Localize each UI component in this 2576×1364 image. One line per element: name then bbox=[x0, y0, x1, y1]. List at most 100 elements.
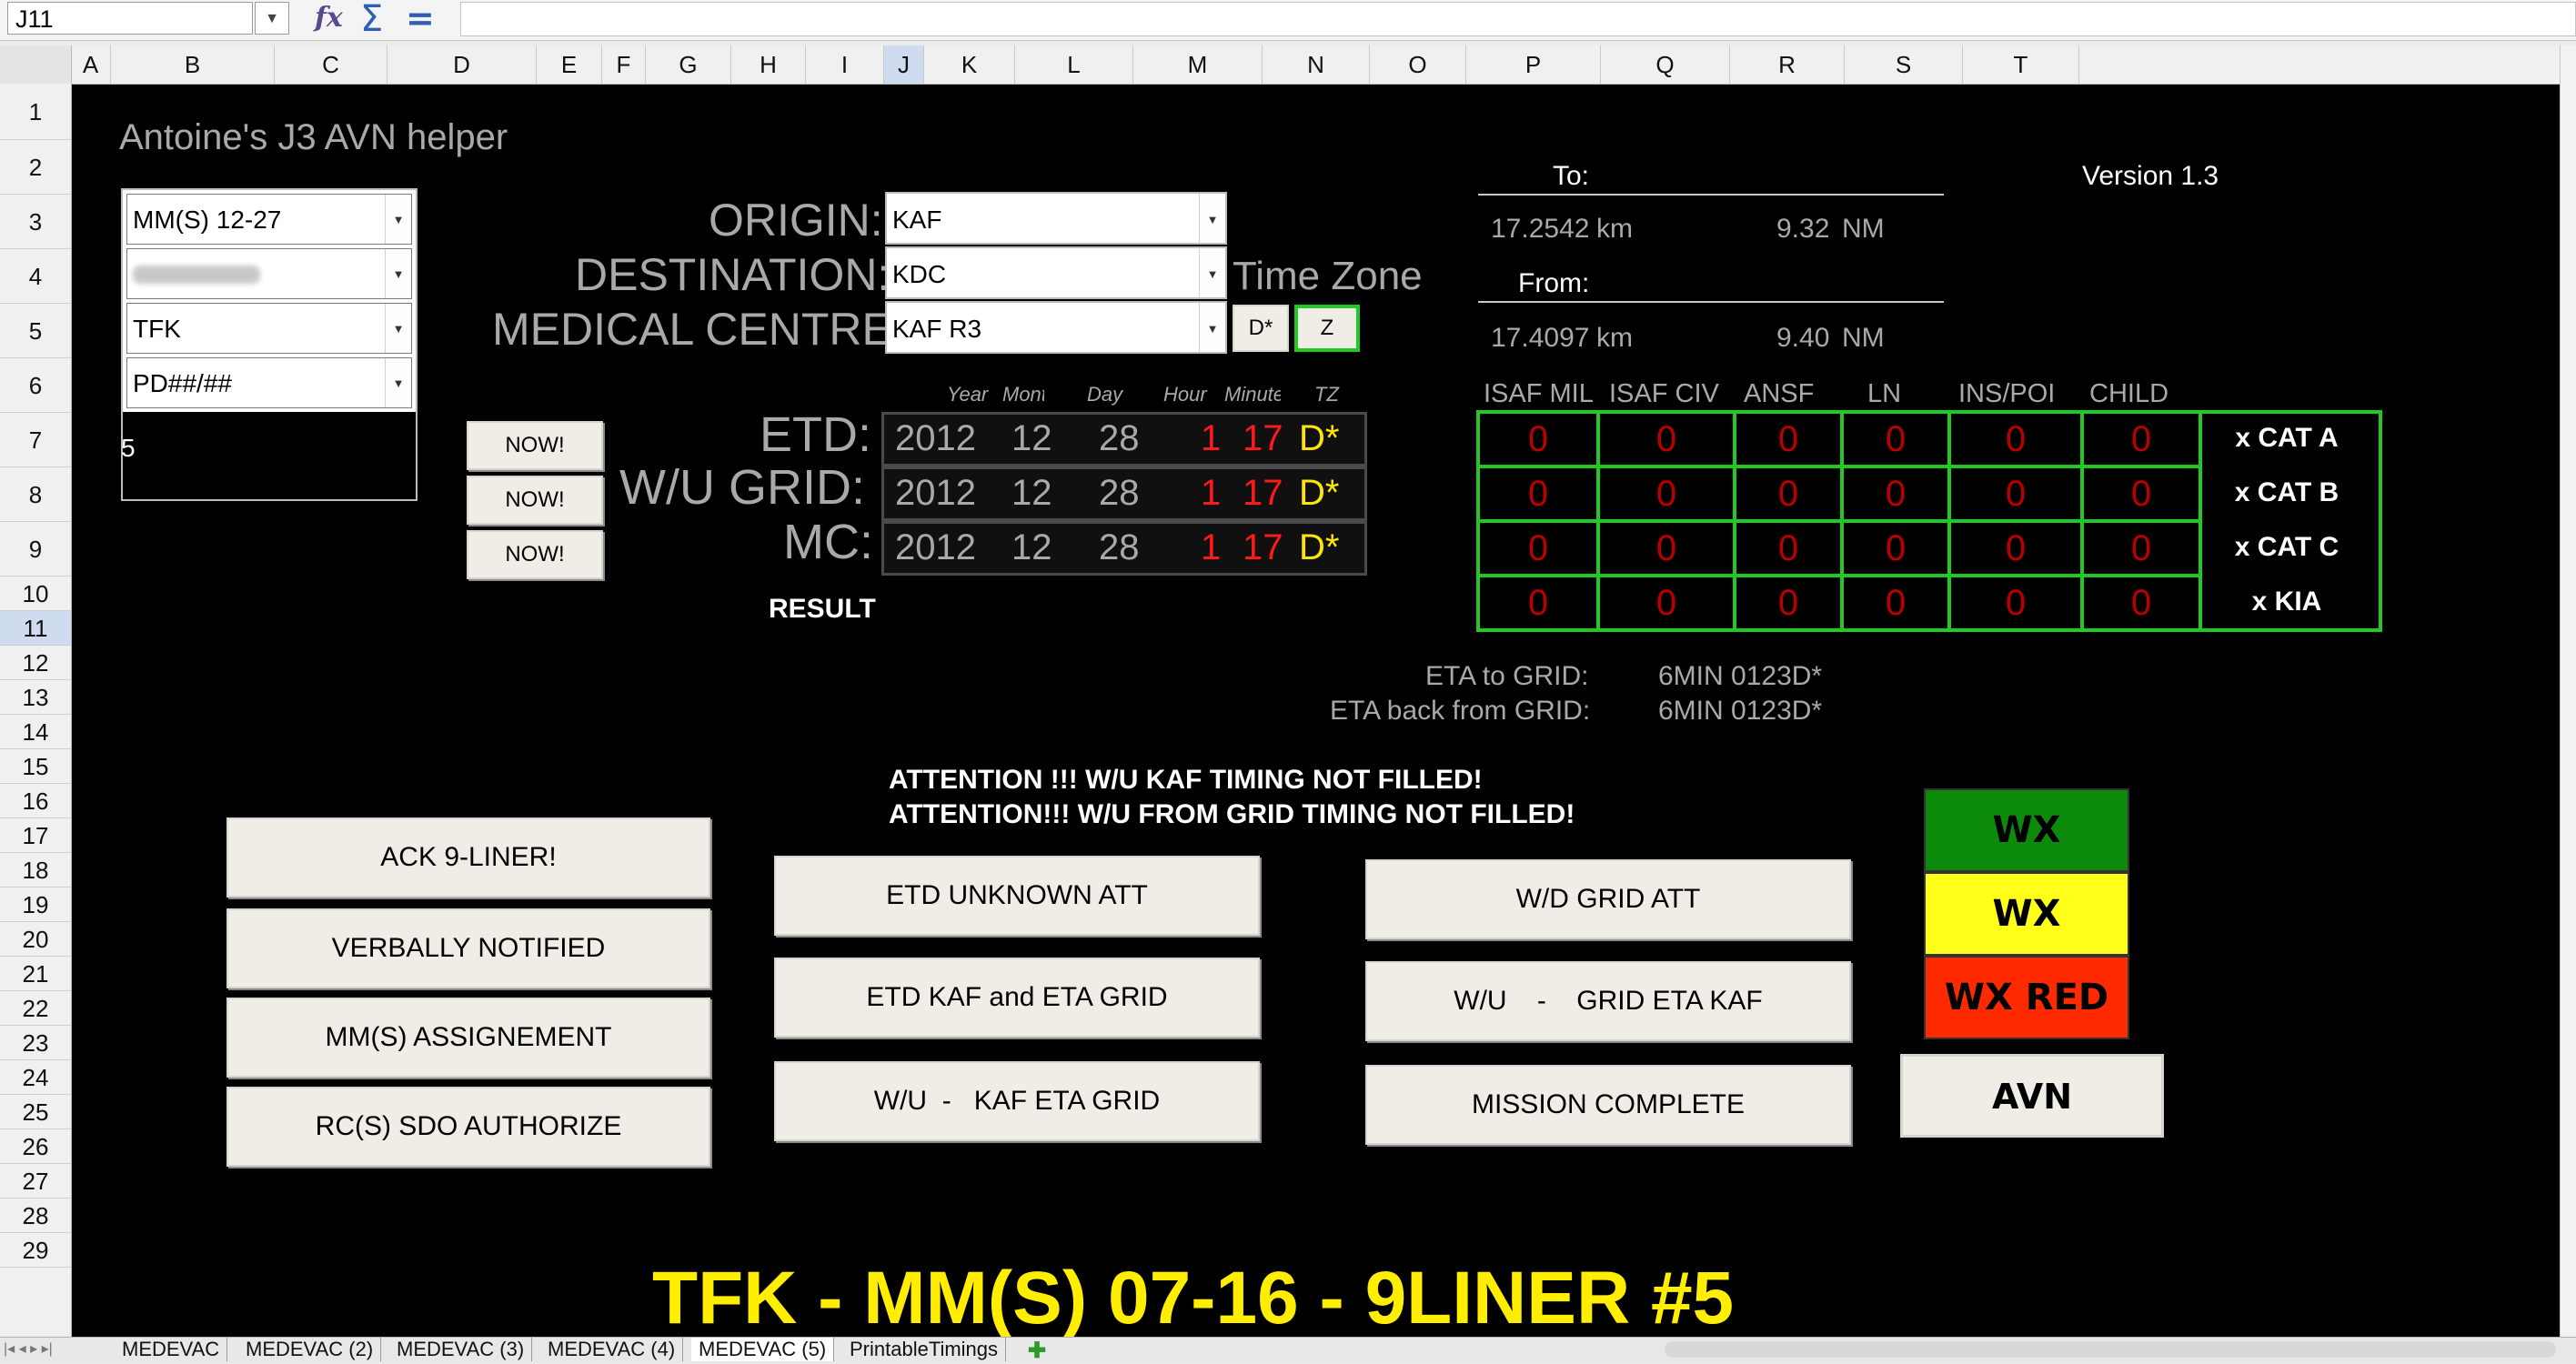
row-header-7[interactable]: 7 bbox=[0, 413, 71, 467]
wu-grid-tz[interactable]: D* bbox=[1299, 473, 1339, 514]
name-box[interactable]: J11 bbox=[7, 2, 253, 35]
column-header-j[interactable]: J bbox=[884, 45, 924, 84]
formula-icon[interactable]: = bbox=[406, 0, 435, 38]
etd-kaf-eta-grid-button[interactable]: ETD KAF and ETA GRID bbox=[774, 958, 1260, 1038]
row-header-2[interactable]: 2 bbox=[0, 140, 71, 195]
sheet-tab[interactable]: MEDEVAC (2) bbox=[238, 1338, 382, 1361]
etd-year[interactable]: 2012 bbox=[895, 418, 976, 459]
horizontal-scrollbar[interactable] bbox=[1665, 1341, 2556, 1358]
row-header-25[interactable]: 25 bbox=[0, 1095, 71, 1129]
vertical-scrollbar[interactable] bbox=[2560, 45, 2576, 1337]
now-button-wu-grid[interactable]: NOW! bbox=[467, 476, 603, 525]
wu-kaf-eta-grid-button[interactable]: W/U - KAF ETA GRID bbox=[774, 1061, 1260, 1141]
mc-hour[interactable]: 1 bbox=[1201, 527, 1221, 568]
column-header-q[interactable]: Q bbox=[1601, 45, 1730, 84]
row-header-8[interactable]: 8 bbox=[0, 467, 71, 522]
sheet-tab[interactable]: MEDEVAC (3) bbox=[389, 1338, 533, 1361]
tab-nav-arrows-icon[interactable]: |◂ ◂ ▸ ▸| bbox=[4, 1339, 53, 1358]
formula-input[interactable] bbox=[460, 2, 2576, 36]
now-button-mc[interactable]: NOW! bbox=[467, 530, 603, 579]
wu-grid-hour[interactable]: 1 bbox=[1201, 473, 1221, 514]
wu-grid-eta-kaf-button[interactable]: W/U - GRID ETA KAF bbox=[1365, 961, 1851, 1041]
column-header-t[interactable]: T bbox=[1963, 45, 2079, 84]
column-header-c[interactable]: C bbox=[275, 45, 387, 84]
column-header-b[interactable]: B bbox=[111, 45, 275, 84]
etd-unknown-att-button[interactable]: ETD UNKNOWN ATT bbox=[774, 856, 1260, 936]
avn-update-button[interactable]: AVN UPDATE: bbox=[1900, 1054, 2164, 1197]
row-header-28[interactable]: 28 bbox=[0, 1199, 71, 1233]
row-header-9[interactable]: 9 bbox=[0, 522, 71, 577]
etd-day[interactable]: 28 bbox=[1099, 418, 1140, 459]
chevron-down-icon[interactable]: ▼ bbox=[1199, 303, 1225, 352]
etd-tz[interactable]: D* bbox=[1299, 418, 1339, 459]
chevron-down-icon[interactable]: ▼ bbox=[385, 249, 411, 298]
mission-complete-button[interactable]: MISSION COMPLETE bbox=[1365, 1065, 1851, 1145]
row-header-29[interactable]: 29 bbox=[0, 1233, 71, 1268]
row-header-13[interactable]: 13 bbox=[0, 680, 71, 715]
now-button-etd[interactable]: NOW! bbox=[467, 421, 603, 470]
wu-grid-day[interactable]: 28 bbox=[1099, 473, 1140, 514]
row-header-3[interactable]: 3 bbox=[0, 195, 71, 249]
row-header-15[interactable]: 15 bbox=[0, 749, 71, 784]
wu-grid-year[interactable]: 2012 bbox=[895, 473, 976, 514]
column-header-k[interactable]: K bbox=[924, 45, 1015, 84]
select-all-corner[interactable] bbox=[0, 45, 72, 84]
sum-icon[interactable]: Σ bbox=[360, 0, 383, 40]
mc-year[interactable]: 2012 bbox=[895, 527, 976, 568]
mc-day[interactable]: 28 bbox=[1099, 527, 1140, 568]
verbally-notified-button[interactable]: VERBALLY NOTIFIED bbox=[226, 908, 710, 988]
sheet-tab[interactable]: MEDEVAC bbox=[115, 1338, 228, 1361]
wu-grid-month[interactable]: 12 bbox=[1011, 473, 1052, 514]
row-header-18[interactable]: 18 bbox=[0, 853, 71, 888]
row-header-23[interactable]: 23 bbox=[0, 1026, 71, 1060]
wx-red-button[interactable]: WX RED bbox=[1924, 956, 2129, 1039]
wx-amber-button[interactable]: WX AMBER bbox=[1924, 872, 2129, 1015]
row-header-5[interactable]: 5 bbox=[0, 304, 71, 358]
row-header-6[interactable]: 6 bbox=[0, 358, 71, 413]
wu-grid-minute[interactable]: 17 bbox=[1243, 473, 1283, 514]
etd-hour[interactable]: 1 bbox=[1201, 418, 1221, 459]
chevron-down-icon[interactable]: ▼ bbox=[385, 195, 411, 244]
column-header-o[interactable]: O bbox=[1370, 45, 1466, 84]
redacted-select[interactable]: ▼ bbox=[126, 248, 412, 299]
column-header-r[interactable]: R bbox=[1730, 45, 1845, 84]
mission-select[interactable]: MM(S) 12-27 ▼ bbox=[126, 194, 412, 245]
column-header-g[interactable]: G bbox=[646, 45, 731, 84]
column-header-h[interactable]: H bbox=[731, 45, 806, 84]
mc-minute[interactable]: 17 bbox=[1243, 527, 1283, 568]
tz-z-button[interactable]: Z bbox=[1294, 305, 1360, 352]
origin-select[interactable]: KAF ▼ bbox=[885, 192, 1227, 245]
chevron-down-icon[interactable]: ▼ bbox=[1199, 248, 1225, 297]
column-header-s[interactable]: S bbox=[1845, 45, 1963, 84]
column-header-d[interactable]: D bbox=[387, 45, 537, 84]
column-header-i[interactable]: I bbox=[806, 45, 884, 84]
medical-centre-select[interactable]: KAF R3 ▼ bbox=[885, 301, 1227, 354]
wx-green-button[interactable]: WX GREEN bbox=[1924, 788, 2129, 931]
add-sheet-icon[interactable]: ✚ bbox=[1028, 1338, 1046, 1364]
column-header-p[interactable]: P bbox=[1466, 45, 1601, 84]
row-header-17[interactable]: 17 bbox=[0, 818, 71, 853]
chevron-down-icon[interactable]: ▼ bbox=[385, 304, 411, 353]
row-header-24[interactable]: 24 bbox=[0, 1060, 71, 1095]
row-header-12[interactable]: 12 bbox=[0, 646, 71, 680]
name-box-dropdown-icon[interactable]: ▼ bbox=[255, 2, 289, 35]
column-header-n[interactable]: N bbox=[1263, 45, 1370, 84]
pd-select[interactable]: PD##/## ▼ bbox=[126, 357, 412, 408]
row-header-14[interactable]: 14 bbox=[0, 715, 71, 749]
etd-month[interactable]: 12 bbox=[1011, 418, 1052, 459]
row-header-21[interactable]: 21 bbox=[0, 957, 71, 991]
row-header-1[interactable]: 1 bbox=[0, 84, 71, 140]
row-header-20[interactable]: 20 bbox=[0, 922, 71, 957]
chevron-down-icon[interactable]: ▼ bbox=[385, 358, 411, 407]
sheet-tab[interactable]: MEDEVAC (5) bbox=[691, 1338, 835, 1361]
column-header-e[interactable]: E bbox=[537, 45, 602, 84]
rc-sdo-authorize-button[interactable]: RC(S) SDO AUTHORIZE bbox=[226, 1087, 710, 1167]
row-header-27[interactable]: 27 bbox=[0, 1164, 71, 1199]
row-header-22[interactable]: 22 bbox=[0, 991, 71, 1026]
row-header-11[interactable]: 11 bbox=[0, 611, 71, 646]
sheet-tab[interactable]: PrintableTimings bbox=[842, 1338, 1007, 1361]
column-header-a[interactable]: A bbox=[71, 45, 111, 84]
column-header-m[interactable]: M bbox=[1133, 45, 1263, 84]
wd-grid-att-button[interactable]: W/D GRID ATT bbox=[1365, 859, 1851, 939]
row-header-26[interactable]: 26 bbox=[0, 1129, 71, 1164]
